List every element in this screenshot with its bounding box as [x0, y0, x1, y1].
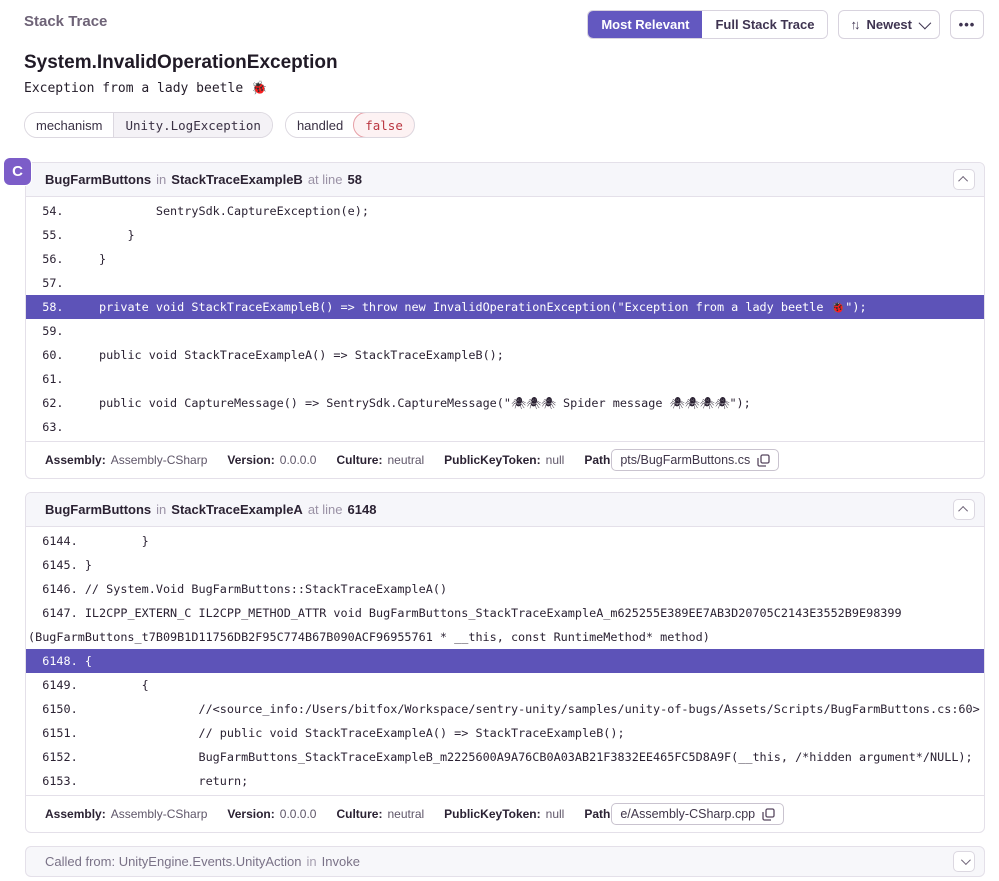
stack-trace-content: C BugFarmButtons in StackTraceExampleB a…: [25, 162, 985, 877]
called-from-text: Called from: UnityEngine.Events.UnityAct…: [45, 854, 302, 869]
path-value: e/Assembly-CSharp.cpp: [620, 807, 755, 821]
frame-lineno: 58: [348, 172, 362, 187]
stack-frame: BugFarmButtons in StackTraceExampleA at …: [25, 492, 985, 833]
sort-label: Newest: [866, 17, 912, 32]
frame-module: BugFarmButtons: [45, 502, 151, 517]
code-line: 6153. return;: [26, 769, 984, 793]
tag-value: Unity.LogException: [113, 113, 271, 137]
publickeytoken-value: null: [546, 453, 565, 467]
assembly-value: Assembly-CSharp: [111, 453, 208, 467]
code-line: 6144. }: [26, 529, 984, 553]
collapse-frame-button[interactable]: [953, 169, 975, 190]
path-value: pts/BugFarmButtons.cs: [620, 453, 750, 467]
collapse-frame-button[interactable]: [953, 499, 975, 520]
assembly-label: Assembly:: [45, 453, 106, 467]
code-line: 54. SentrySdk.CaptureException(e);: [26, 199, 984, 223]
code-context: 54. SentrySdk.CaptureException(e); 55. }…: [26, 197, 984, 441]
frame-function: StackTraceExampleB: [171, 172, 303, 187]
called-from-function: Invoke: [322, 854, 360, 869]
tag-value-error: false: [353, 112, 415, 138]
code-line: 6145. }: [26, 553, 984, 577]
version-value: 0.0.0.0: [280, 807, 317, 821]
code-line: 60. public void StackTraceExampleA() => …: [26, 343, 984, 367]
sort-dropdown[interactable]: ↑↓ Newest: [838, 10, 940, 39]
tag-mechanism: mechanism Unity.LogException: [24, 112, 273, 138]
chevron-down-icon: [960, 855, 970, 865]
code-line-highlighted: 6148. {: [26, 649, 984, 673]
culture-value: neutral: [387, 453, 424, 467]
code-line: 6146. // System.Void BugFarmButtons::Sta…: [26, 577, 984, 601]
code-line: 6151. // public void StackTraceExampleA(…: [26, 721, 984, 745]
stack-frame: BugFarmButtons in StackTraceExampleB at …: [25, 162, 985, 479]
frame-at-label: at line: [308, 502, 343, 517]
code-line-highlighted: 58. private void StackTraceExampleB() =>…: [26, 295, 984, 319]
code-line: 6150. //<source_info:/Users/bitfox/Works…: [26, 697, 984, 721]
code-line: 63.: [26, 415, 984, 439]
version-value: 0.0.0.0: [280, 453, 317, 467]
code-line: 62. public void CaptureMessage() => Sent…: [26, 391, 984, 415]
assembly-label: Assembly:: [45, 807, 106, 821]
code-line: 6147. IL2CPP_EXTERN_C IL2CPP_METHOD_ATTR…: [26, 601, 984, 649]
chevron-down-icon: [919, 17, 932, 30]
frame-at-label: at line: [308, 172, 343, 187]
frame-lineno: 6148: [348, 502, 377, 517]
copy-icon[interactable]: [757, 454, 770, 467]
path-value-box: e/Assembly-CSharp.cpp: [611, 803, 784, 825]
code-line: 57.: [26, 271, 984, 295]
chevron-up-icon: [958, 176, 968, 186]
ellipsis-icon: •••: [959, 17, 976, 32]
code-line: 55. }: [26, 223, 984, 247]
expand-frame-button[interactable]: [953, 851, 975, 872]
frame-header[interactable]: BugFarmButtons in StackTraceExampleB at …: [26, 163, 984, 197]
tag-handled: handled false: [285, 112, 415, 138]
exception-message: Exception from a lady beetle 🐞: [24, 81, 968, 96]
tag-key: mechanism: [25, 113, 113, 137]
section-title: Stack Trace: [24, 10, 107, 30]
culture-value: neutral: [387, 807, 424, 821]
version-label: Version:: [227, 807, 274, 821]
called-from-bar[interactable]: Called from: UnityEngine.Events.UnityAct…: [25, 846, 985, 877]
code-line: 6149. {: [26, 673, 984, 697]
assembly-info: Assembly: Assembly-CSharp Version: 0.0.0.0…: [26, 441, 984, 478]
frame-module: BugFarmButtons: [45, 172, 151, 187]
path-label: Path:: [584, 807, 614, 821]
code-line: 56. }: [26, 247, 984, 271]
exception-type: System.InvalidOperationException: [24, 52, 968, 74]
assembly-info: Assembly: Assembly-CSharp Version: 0.0.0.0…: [26, 795, 984, 832]
toolbar: Most Relevant Full Stack Trace ↑↓ Newest…: [587, 10, 984, 39]
view-toggle: Most Relevant Full Stack Trace: [587, 10, 828, 39]
top-bar: Stack Trace Most Relevant Full Stack Tra…: [24, 10, 984, 39]
code-line: 6152. BugFarmButtons_StackTraceExampleB_…: [26, 745, 984, 769]
csharp-icon: C: [4, 158, 31, 185]
called-from-in-label: in: [302, 854, 322, 869]
code-line: 59.: [26, 319, 984, 343]
frame-in-label: in: [156, 172, 166, 187]
tag-key: handled: [286, 113, 354, 137]
sort-arrows-icon: ↑↓: [850, 17, 859, 32]
version-label: Version:: [227, 453, 274, 467]
publickeytoken-label: PublicKeyToken:: [444, 807, 540, 821]
publickeytoken-value: null: [546, 807, 565, 821]
stack-trace-panel: Stack Trace Most Relevant Full Stack Tra…: [0, 0, 999, 881]
tag-list: mechanism Unity.LogException handled fal…: [24, 112, 968, 138]
frame-function: StackTraceExampleA: [171, 502, 303, 517]
code-context: 6144. } 6145. } 6146. // System.Void Bug…: [26, 527, 984, 795]
frame-header[interactable]: BugFarmButtons in StackTraceExampleA at …: [26, 493, 984, 527]
more-options-button[interactable]: •••: [950, 10, 984, 39]
chevron-up-icon: [958, 506, 968, 516]
culture-label: Culture:: [336, 807, 382, 821]
culture-label: Culture:: [336, 453, 382, 467]
most-relevant-button[interactable]: Most Relevant: [588, 11, 702, 38]
publickeytoken-label: PublicKeyToken:: [444, 453, 540, 467]
full-stack-trace-button[interactable]: Full Stack Trace: [702, 11, 827, 38]
code-line: 61.: [26, 367, 984, 391]
path-label: Path:: [584, 453, 614, 467]
path-value-box: pts/BugFarmButtons.cs: [611, 449, 779, 471]
copy-icon[interactable]: [762, 808, 775, 821]
assembly-value: Assembly-CSharp: [111, 807, 208, 821]
frame-in-label: in: [156, 502, 166, 517]
